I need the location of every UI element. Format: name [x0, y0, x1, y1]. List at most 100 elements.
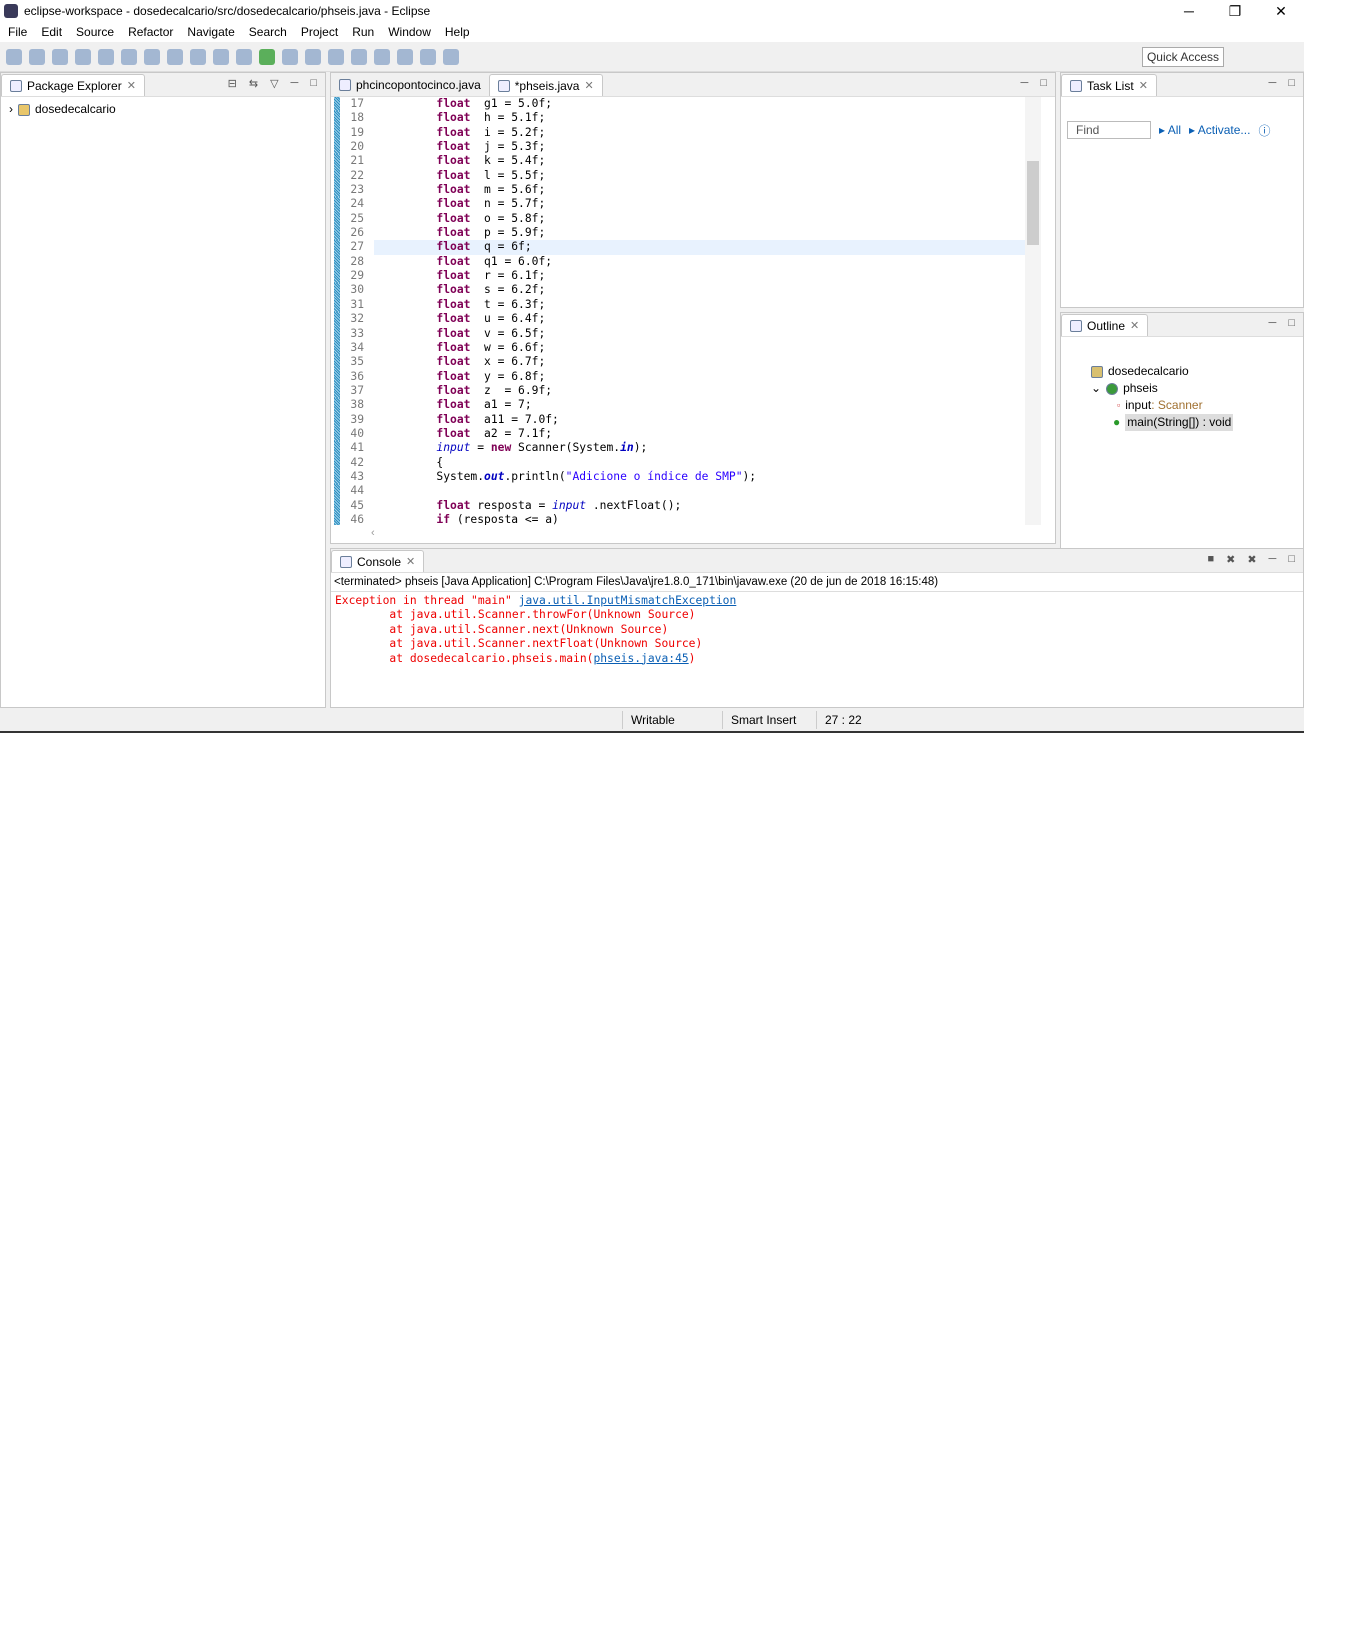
code-line[interactable]: 23 float m = 5.6f; [331, 183, 1025, 198]
minimize-button[interactable]: ─ [1166, 3, 1212, 20]
code-line[interactable]: 37 float z = 6.9f; [331, 383, 1025, 399]
code-line[interactable]: 21 float k = 5.4f; [331, 154, 1025, 169]
outline-field[interactable]: ▫ input : Scanner [1091, 397, 1295, 414]
menu-help[interactable]: Help [439, 25, 478, 39]
menu-window[interactable]: Window [382, 25, 439, 39]
maximize-icon[interactable]: □ [310, 77, 317, 90]
close-icon[interactable]: ✕ [584, 79, 593, 92]
exception-link[interactable]: java.util.InputMismatchException [519, 594, 737, 607]
next-annotation-icon[interactable] [374, 48, 390, 65]
new-icon[interactable] [6, 48, 22, 65]
save-all-icon[interactable] [52, 48, 68, 65]
source-link[interactable]: phseis.java:45 [593, 652, 688, 665]
new-class-icon[interactable] [167, 48, 183, 65]
code-line[interactable]: 38 float a1 = 7; [331, 398, 1025, 413]
remove-launch-icon[interactable]: ✖ [1226, 553, 1235, 566]
close-icon[interactable]: ✕ [127, 79, 136, 92]
minimize-icon[interactable]: ─ [1269, 553, 1277, 566]
menu-source[interactable]: Source [70, 25, 122, 39]
code-line[interactable]: 18 float h = 5.1f; [331, 111, 1025, 126]
scrollbar-thumb[interactable] [1027, 161, 1039, 245]
code-line[interactable]: 22 float l = 5.5f; [331, 168, 1025, 184]
run-profile-icon[interactable] [75, 48, 91, 65]
menu-navigate[interactable]: Navigate [181, 25, 242, 39]
code-line[interactable]: 20 float j = 5.3f; [331, 140, 1025, 155]
minimize-icon[interactable]: ─ [1269, 317, 1277, 329]
code-line[interactable]: 32 float u = 6.4f; [331, 312, 1025, 327]
menu-edit[interactable]: Edit [35, 25, 70, 39]
all-link[interactable]: ▸ All [1159, 123, 1181, 137]
code-line[interactable]: 41 input = new Scanner(System.in); [331, 441, 1025, 456]
outline-package[interactable]: dosedecalcario [1091, 363, 1295, 380]
code-line[interactable]: 24 float n = 5.7f; [331, 197, 1025, 212]
terminal-icon[interactable] [98, 48, 114, 65]
open-folder-icon[interactable] [328, 48, 344, 65]
link-editor-icon[interactable]: ⇆ [249, 77, 258, 90]
code-line[interactable]: 43 System.out.println("Adicione o índice… [331, 469, 1025, 485]
horizontal-scrollbar[interactable]: ‹ [371, 527, 1025, 541]
help-icon[interactable]: ⓘ [1258, 122, 1270, 139]
close-icon[interactable]: ✕ [1130, 319, 1139, 332]
tab-task-list[interactable]: Task List ✕ [1061, 74, 1157, 96]
code-line[interactable]: 26 float p = 5.9f; [331, 226, 1025, 241]
outline-method[interactable]: ● main(String[]) : void [1091, 414, 1295, 431]
maximize-icon[interactable]: □ [1040, 77, 1047, 89]
menu-search[interactable]: Search [243, 25, 295, 39]
code-line[interactable]: 36 float y = 6.8f; [331, 369, 1025, 384]
run-icon[interactable] [259, 48, 275, 65]
code-line[interactable]: 33 float v = 6.5f; [331, 326, 1025, 341]
find-input[interactable]: Find [1067, 121, 1151, 139]
tab-phseis[interactable]: *phseis.java ✕ [488, 74, 603, 96]
minimize-icon[interactable]: ─ [1269, 77, 1277, 89]
external-tools-icon[interactable] [305, 48, 321, 65]
maximize-icon[interactable]: □ [1288, 77, 1295, 89]
chevron-right-icon[interactable]: › [9, 101, 13, 118]
skip-breakpoints-icon[interactable] [121, 48, 137, 65]
highlight-icon[interactable] [213, 48, 229, 65]
back-icon[interactable] [420, 48, 436, 65]
project-item[interactable]: › dosedecalcario [9, 101, 317, 118]
code-line[interactable]: 46 if (resposta <= a) [331, 512, 1025, 525]
menu-run[interactable]: Run [346, 25, 382, 39]
terminate-icon[interactable]: ■ [1207, 553, 1214, 566]
code-line[interactable]: 30 float s = 6.2f; [331, 283, 1025, 298]
tab-outline[interactable]: Outline ✕ [1061, 314, 1149, 336]
prev-annotation-icon[interactable] [397, 48, 413, 65]
code-line[interactable]: 19 float i = 5.2f; [331, 125, 1025, 141]
code-line[interactable]: 45 float resposta = input .nextFloat(); [331, 498, 1025, 513]
code-line[interactable]: 25 float o = 5.8f; [331, 211, 1025, 227]
new-package-icon[interactable] [144, 48, 160, 65]
save-icon[interactable] [29, 48, 45, 65]
debug-icon[interactable] [236, 48, 252, 65]
menu-refactor[interactable]: Refactor [122, 25, 181, 39]
close-icon[interactable]: ✕ [1139, 79, 1148, 92]
code-line[interactable]: 42 { [331, 455, 1025, 470]
tab-package-explorer[interactable]: Package Explorer ✕ [1, 74, 145, 96]
maximize-icon[interactable]: □ [1288, 317, 1295, 329]
tab-phcincopontocinco[interactable]: phcincopontocinco.java [331, 74, 489, 96]
activate-link[interactable]: ▸ Activate... [1189, 123, 1250, 137]
remove-all-icon[interactable]: ✖ [1247, 553, 1256, 566]
chevron-down-icon[interactable]: ⌄ [1091, 380, 1101, 397]
view-menu-icon[interactable]: ▽ [270, 77, 278, 90]
code-line[interactable]: 27 float q = 6f; [331, 240, 1025, 255]
code-line[interactable]: 29 float r = 6.1f; [331, 269, 1025, 284]
code-line[interactable]: 34 float w = 6.6f; [331, 340, 1025, 356]
menu-project[interactable]: Project [295, 25, 346, 39]
close-button[interactable]: ✕ [1258, 3, 1304, 20]
collapse-all-icon[interactable]: ⊟ [228, 77, 237, 90]
search-icon[interactable] [351, 48, 367, 65]
code-editor[interactable]: 17 float g1 = 5.0f; 18 float h = 5.1f; 19 … [331, 97, 1025, 525]
code-line[interactable]: 35 float x = 6.7f; [331, 355, 1025, 370]
code-line[interactable]: 44 [331, 484, 1025, 499]
code-line[interactable]: 40 float a2 = 7.1f; [331, 426, 1025, 442]
forward-icon[interactable] [443, 48, 459, 65]
maximize-button[interactable]: ❐ [1212, 3, 1258, 20]
code-line[interactable]: 31 float t = 6.3f; [331, 297, 1025, 313]
vertical-scrollbar[interactable] [1025, 97, 1041, 525]
quick-access-input[interactable]: Quick Access [1141, 46, 1224, 67]
minimize-icon[interactable]: ─ [291, 77, 299, 90]
coverage-icon[interactable] [282, 48, 298, 65]
minimize-icon[interactable]: ─ [1021, 77, 1029, 89]
menu-file[interactable]: File [2, 25, 35, 39]
